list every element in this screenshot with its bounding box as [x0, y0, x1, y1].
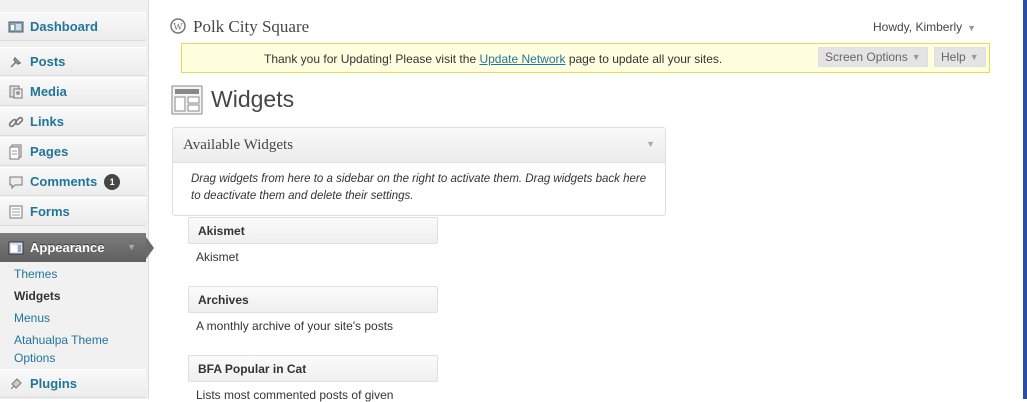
- pin-icon: [7, 53, 25, 71]
- chevron-down-icon[interactable]: ▼: [646, 139, 655, 149]
- widget-akismet[interactable]: Akismet: [188, 217, 438, 244]
- wordpress-logo-icon: W: [170, 18, 186, 39]
- widget-title: Akismet: [198, 223, 245, 238]
- svg-text:W: W: [173, 22, 183, 33]
- notice-text: Thank you for Updating! Please visit the…: [264, 52, 722, 66]
- menu-media-label: Media: [30, 84, 67, 99]
- notice-text-after: page to update all your sites.: [565, 52, 723, 66]
- help-label: Help: [941, 50, 966, 64]
- chevron-down-icon: ▼: [969, 52, 979, 62]
- menu-links-label: Links: [30, 114, 64, 129]
- widget-description: A monthly archive of your site's posts: [196, 319, 394, 333]
- available-widgets-title: Available Widgets: [183, 136, 294, 153]
- widget-title: BFA Popular in Cat: [198, 361, 307, 376]
- menu-appearance[interactable]: Appearance ▼: [0, 233, 154, 262]
- widget-description: Lists most commented posts of given: [196, 388, 394, 402]
- pages-icon: [7, 143, 25, 161]
- submenu-menus[interactable]: Menus: [14, 310, 50, 326]
- menu-plugins-label: Plugins: [30, 376, 77, 391]
- menu-forms-label: Forms: [30, 204, 70, 219]
- page-title: Widgets: [211, 86, 295, 112]
- plugin-icon: [7, 375, 25, 393]
- howdy-label: Howdy, Kimberly: [873, 20, 963, 34]
- link-icon: [7, 113, 25, 131]
- forms-icon: [7, 203, 25, 221]
- user-greeting[interactable]: Howdy, Kimberly ▼: [873, 20, 976, 34]
- admin-sidebar: Dashboard Posts Media Links Pages Commen…: [0, 0, 154, 399]
- comment-count-badge: 1: [104, 173, 121, 190]
- menu-dashboard-label: Dashboard: [30, 19, 98, 34]
- menu-pages[interactable]: Pages: [0, 137, 146, 166]
- widgets-page-icon: [171, 85, 203, 115]
- menu-posts-label: Posts: [30, 54, 66, 69]
- menu-links[interactable]: Links: [0, 107, 146, 136]
- menu-comments-label: Comments: [30, 174, 98, 189]
- menu-dashboard[interactable]: Dashboard: [0, 12, 146, 41]
- update-network-link[interactable]: Update Network: [479, 52, 565, 66]
- available-widgets-header[interactable]: Available Widgets ▼: [173, 128, 665, 163]
- menu-comments[interactable]: Comments 1: [0, 167, 146, 196]
- menu-pages-label: Pages: [30, 144, 69, 159]
- comment-icon: [7, 173, 25, 191]
- menu-forms[interactable]: Forms: [0, 197, 146, 226]
- widget-bfa-popular-in-cat[interactable]: BFA Popular in Cat: [188, 355, 438, 382]
- widget-description: Akismet: [196, 250, 239, 264]
- update-notice: Thank you for Updating! Please visit the…: [181, 43, 990, 73]
- dashboard-icon: [7, 18, 25, 36]
- chevron-down-icon: ▼: [911, 52, 921, 62]
- menu-appearance-label: Appearance: [30, 240, 105, 255]
- submenu-themes[interactable]: Themes: [14, 266, 57, 282]
- menu-posts[interactable]: Posts: [0, 47, 146, 76]
- available-widgets-panel: Available Widgets ▼ Drag widgets from he…: [172, 127, 666, 216]
- screen-options-button[interactable]: Screen Options ▼: [818, 47, 928, 67]
- help-button[interactable]: Help ▼: [934, 47, 986, 67]
- appearance-icon: [7, 239, 25, 257]
- chevron-down-icon: ▼: [967, 23, 977, 33]
- notice-text-before: Thank you for Updating! Please visit the: [264, 52, 480, 66]
- window-edge: [1023, 0, 1027, 399]
- screen-options-label: Screen Options: [825, 50, 908, 64]
- widget-archives[interactable]: Archives: [188, 286, 438, 313]
- submenu-options[interactable]: Options: [14, 350, 55, 366]
- available-widgets-description: Drag widgets from here to a sidebar on t…: [191, 173, 647, 202]
- submenu-atahualpa-theme[interactable]: Atahualpa Theme: [14, 332, 109, 348]
- site-title[interactable]: Polk City Square: [193, 17, 309, 37]
- menu-media[interactable]: Media: [0, 77, 146, 106]
- widget-title: Archives: [198, 292, 249, 307]
- media-icon: [7, 83, 25, 101]
- chevron-down-icon: ▼: [127, 242, 136, 252]
- submenu-widgets[interactable]: Widgets: [14, 288, 61, 304]
- menu-plugins[interactable]: Plugins: [0, 369, 146, 398]
